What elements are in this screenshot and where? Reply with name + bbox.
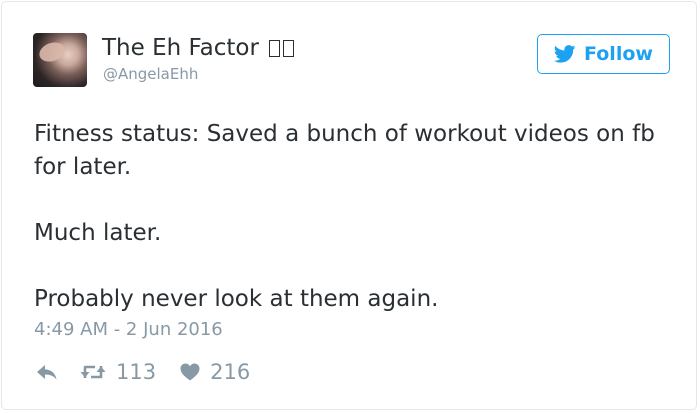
tweet-card: The Eh Factor @AngelaEhh Follow Fitness … — [1, 1, 697, 410]
emoji-placeholder-icon — [269, 40, 281, 57]
follow-button-label: Follow — [584, 43, 653, 65]
avatar-photo-detail — [36, 39, 68, 65]
author-handle[interactable]: @AngelaEhh — [103, 65, 198, 83]
avatar[interactable] — [33, 33, 87, 87]
tweet-text: Fitness status: Saved a bunch of workout… — [34, 118, 674, 316]
retweet-icon — [80, 365, 106, 379]
follow-button[interactable]: Follow — [537, 34, 670, 74]
reply-button[interactable] — [36, 363, 58, 381]
author-name-row[interactable]: The Eh Factor — [102, 34, 295, 62]
reply-icon — [37, 365, 57, 380]
tweet-text-line: Much later. — [34, 220, 162, 246]
twitter-bird-icon — [554, 45, 576, 63]
like-count: 216 — [210, 360, 251, 384]
author-display-name[interactable]: The Eh Factor — [102, 35, 259, 61]
retweet-button[interactable]: 113 — [80, 360, 156, 384]
heart-icon — [180, 363, 200, 381]
like-button[interactable]: 216 — [180, 360, 250, 384]
emoji-placeholder-icon — [283, 40, 295, 57]
tweet-text-line: Fitness status: Saved a bunch of workout… — [34, 121, 655, 180]
tweet-text-line: Probably never look at them again. — [34, 286, 439, 312]
tweet-timestamp[interactable]: 4:49 AM - 2 Jun 2016 — [34, 319, 223, 341]
retweet-count: 113 — [116, 360, 157, 384]
tweet-actions: 113 216 — [36, 358, 250, 386]
